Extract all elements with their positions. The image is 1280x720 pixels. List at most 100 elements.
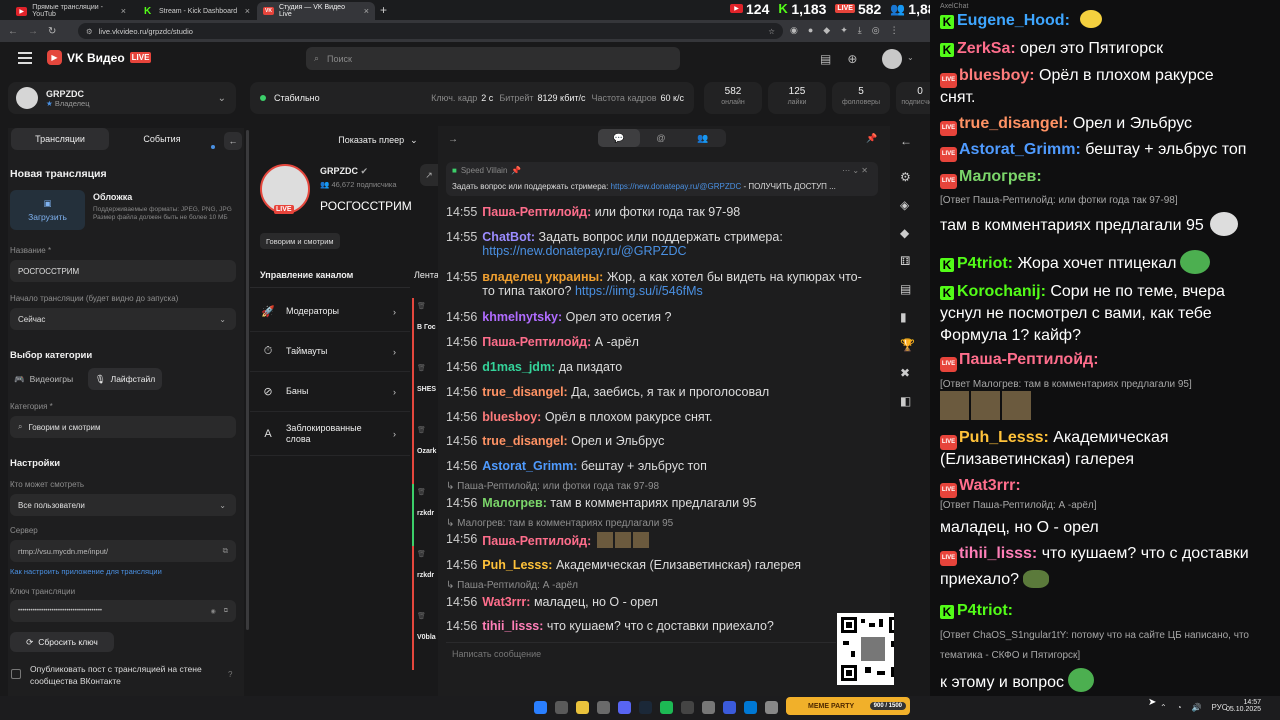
close-tab-icon[interactable]: × bbox=[364, 6, 369, 16]
category-input[interactable]: ⌕ Говорим и смотрим bbox=[10, 416, 236, 438]
reload-icon[interactable]: ↻ bbox=[48, 26, 56, 37]
chat-message[interactable]: 14:56 Паша-Рептилойд: А -арёл bbox=[446, 335, 639, 349]
chat-message[interactable]: 14:55 владелец украины: Жор, а как хотел … bbox=[446, 270, 862, 298]
users-tab-icon[interactable]: 👥 bbox=[682, 129, 724, 147]
chat-message[interactable]: 14:56 true_disangel: Орел и Эльбрус bbox=[446, 434, 664, 448]
feed-item[interactable]: 🗑 Ozark bbox=[412, 422, 438, 484]
browser-tab-vk-studio[interactable]: VK Студия — VK Видео Live × bbox=[257, 2, 375, 20]
wifi-icon[interactable]: ◔ bbox=[1177, 703, 1182, 712]
browser-tab-youtube[interactable]: ▶ Прямые трансляции - YouTub × bbox=[10, 2, 132, 20]
chat-message[interactable]: 14:56 Паша-Рептилойд: bbox=[446, 532, 649, 548]
server-input[interactable]: rtmp://vsu.mycdn.me/input/ ⧉ bbox=[10, 540, 236, 562]
chat-message[interactable]: 14:56 Astorat_Grimm: бештау + эльбрус топ bbox=[446, 459, 707, 473]
forward-icon[interactable]: → bbox=[28, 26, 38, 37]
browser-tab-kick[interactable]: K Stream - Kick Dashboard × bbox=[138, 2, 256, 20]
feed-item[interactable]: 🗑 rzkdr bbox=[412, 484, 438, 546]
trophy-icon[interactable]: 🏆 bbox=[900, 338, 915, 352]
feed-item[interactable]: 🗑 rzkdr bbox=[412, 546, 438, 608]
message-author[interactable]: Паша-Рептилойд: bbox=[482, 534, 591, 548]
chat-message[interactable]: 14:55 Паша-Рептилойд: или фотки года так … bbox=[446, 205, 740, 219]
chevron-up-icon[interactable]: ⌃ bbox=[1160, 703, 1167, 712]
list-icon[interactable]: ▤ bbox=[900, 282, 915, 296]
add-icon[interactable]: ⊕ bbox=[847, 52, 857, 66]
feed-item[interactable]: 🗑 SHES bbox=[412, 360, 438, 422]
hamburger-menu-icon[interactable] bbox=[18, 52, 32, 64]
bookmark-star-icon[interactable]: ☆ bbox=[768, 27, 775, 36]
chat-tab-icon[interactable]: 💬 bbox=[598, 129, 640, 147]
message-author[interactable]: tihii_lisss: bbox=[482, 619, 543, 633]
message-author[interactable]: khmelnytsky: bbox=[482, 310, 562, 324]
who-select[interactable]: Все пользователи ⌄ bbox=[10, 494, 236, 516]
channel-selector[interactable]: GRPZDC ★ Владелец ⌄ bbox=[8, 82, 236, 114]
chat-input[interactable]: Написать сообщение bbox=[446, 642, 836, 664]
chat-message[interactable]: 14:56 bluesboy: Орёл в плохом ракурсе сня… bbox=[446, 410, 712, 424]
profile-icon[interactable]: ◎ bbox=[872, 25, 880, 36]
category-games-button[interactable]: 🎮 Видеоигры bbox=[14, 368, 73, 390]
chat-message[interactable]: 14:56 Puh_Lesss: Академическая (Елизавети… bbox=[446, 558, 801, 572]
extension-icon[interactable]: ◉ bbox=[790, 25, 798, 36]
copy-icon[interactable]: ⧉ bbox=[223, 546, 228, 556]
expand-arrow-icon[interactable]: → bbox=[448, 134, 458, 145]
category-tag[interactable]: Говорим и смотрим bbox=[260, 233, 340, 249]
app-icon[interactable] bbox=[765, 701, 778, 714]
stats-icon[interactable]: ▮ bbox=[900, 310, 915, 324]
message-author[interactable]: bluesboy: bbox=[482, 410, 541, 424]
new-tab-button[interactable]: + bbox=[380, 3, 387, 17]
menu-dots-icon[interactable]: ⋮ bbox=[890, 25, 899, 36]
settings-icon[interactable]: ⚙ bbox=[900, 170, 915, 184]
copy-icon[interactable]: ⧉ bbox=[224, 608, 228, 615]
search-icon[interactable] bbox=[555, 701, 568, 714]
x-icon[interactable]: ✖ bbox=[900, 366, 915, 380]
menu-item[interactable]: ⊘ Баны › bbox=[250, 372, 410, 412]
diamond-icon[interactable]: ◈ bbox=[900, 198, 915, 212]
reset-key-button[interactable]: ⟳ Сбросить ключ bbox=[10, 632, 114, 652]
obs-icon[interactable] bbox=[681, 701, 694, 714]
help-icon[interactable]: ? bbox=[228, 670, 232, 679]
message-link[interactable]: https://new.donatepay.ru/@GRPZDC bbox=[482, 244, 783, 258]
message-author[interactable]: true_disangel: bbox=[482, 385, 567, 399]
chat-message[interactable]: 14:56 d1mas_jdm: да пиздато bbox=[446, 360, 622, 374]
message-author[interactable]: Astorat_Grimm: bbox=[482, 459, 577, 473]
feed-item[interactable]: 🗑 V0bla bbox=[412, 608, 438, 670]
chat-message[interactable]: 14:56 khmelnytsky: Орел это осетия ? bbox=[446, 310, 671, 324]
how-to-setup-link[interactable]: Как настроить приложение для трансляции bbox=[10, 567, 162, 576]
start-select[interactable]: Сейчас ⌄ bbox=[10, 308, 236, 330]
chrome-icon[interactable] bbox=[576, 701, 589, 714]
search-input[interactable]: ⌕ Поиск bbox=[306, 47, 680, 70]
puzzle-icon[interactable]: ✦ bbox=[840, 25, 848, 36]
close-tab-icon[interactable]: × bbox=[245, 6, 250, 16]
menu-item[interactable]: A Заблокированные слова › bbox=[250, 412, 410, 456]
vk-video-logo[interactable]: ▶ VK Видео LIVE bbox=[47, 50, 152, 65]
app-icon[interactable] bbox=[702, 701, 715, 714]
download-icon[interactable]: ⤓ bbox=[858, 25, 862, 36]
back-icon[interactable]: ← bbox=[8, 26, 18, 37]
chat-message[interactable]: 14:56 Wat3rrr: маладец, но О - орел bbox=[446, 595, 658, 609]
pin-icon[interactable]: 📌 bbox=[866, 133, 877, 144]
message-author[interactable]: ChatBot: bbox=[482, 230, 535, 244]
start-icon[interactable] bbox=[534, 701, 547, 714]
mentions-tab-icon[interactable]: @ bbox=[640, 129, 682, 147]
chat-message[interactable]: 14:55 ChatBot: Задать вопрос или поддержа… bbox=[446, 230, 783, 258]
gem-icon[interactable]: ◆ bbox=[900, 226, 915, 240]
clock[interactable]: 14:57 05.10.2025 bbox=[1226, 699, 1261, 713]
eye-icon[interactable]: ◉ bbox=[210, 608, 215, 615]
discord-icon[interactable] bbox=[618, 701, 631, 714]
steam-icon[interactable] bbox=[639, 701, 652, 714]
message-author[interactable]: Паша-Рептилойд: bbox=[482, 205, 591, 219]
widgets-icon[interactable] bbox=[597, 701, 610, 714]
stream-key-input[interactable]: ••••••••••••••••••••••••••••••••••••••••… bbox=[10, 600, 236, 622]
panel-icon[interactable]: ◧ bbox=[900, 394, 915, 408]
site-info-icon[interactable]: ⚙ bbox=[86, 27, 93, 36]
message-author[interactable]: true_disangel: bbox=[482, 434, 567, 448]
tab-events[interactable]: События bbox=[113, 128, 211, 150]
collapse-chat-icon[interactable]: ← bbox=[900, 134, 915, 148]
scrollbar[interactable] bbox=[246, 130, 249, 630]
close-tab-icon[interactable]: × bbox=[121, 6, 126, 16]
publish-checkbox[interactable] bbox=[11, 669, 21, 679]
message-author[interactable]: Puh_Lesss: bbox=[482, 558, 552, 572]
menu-item[interactable]: ⏱ Таймауты › bbox=[250, 332, 410, 372]
collapse-panel-button[interactable]: ← bbox=[224, 132, 242, 150]
feed-item[interactable]: 🗑 В Гос bbox=[412, 298, 438, 360]
message-author[interactable]: Малогрев: bbox=[482, 496, 547, 510]
chevron-down-icon[interactable]: ⌄ bbox=[907, 53, 914, 62]
